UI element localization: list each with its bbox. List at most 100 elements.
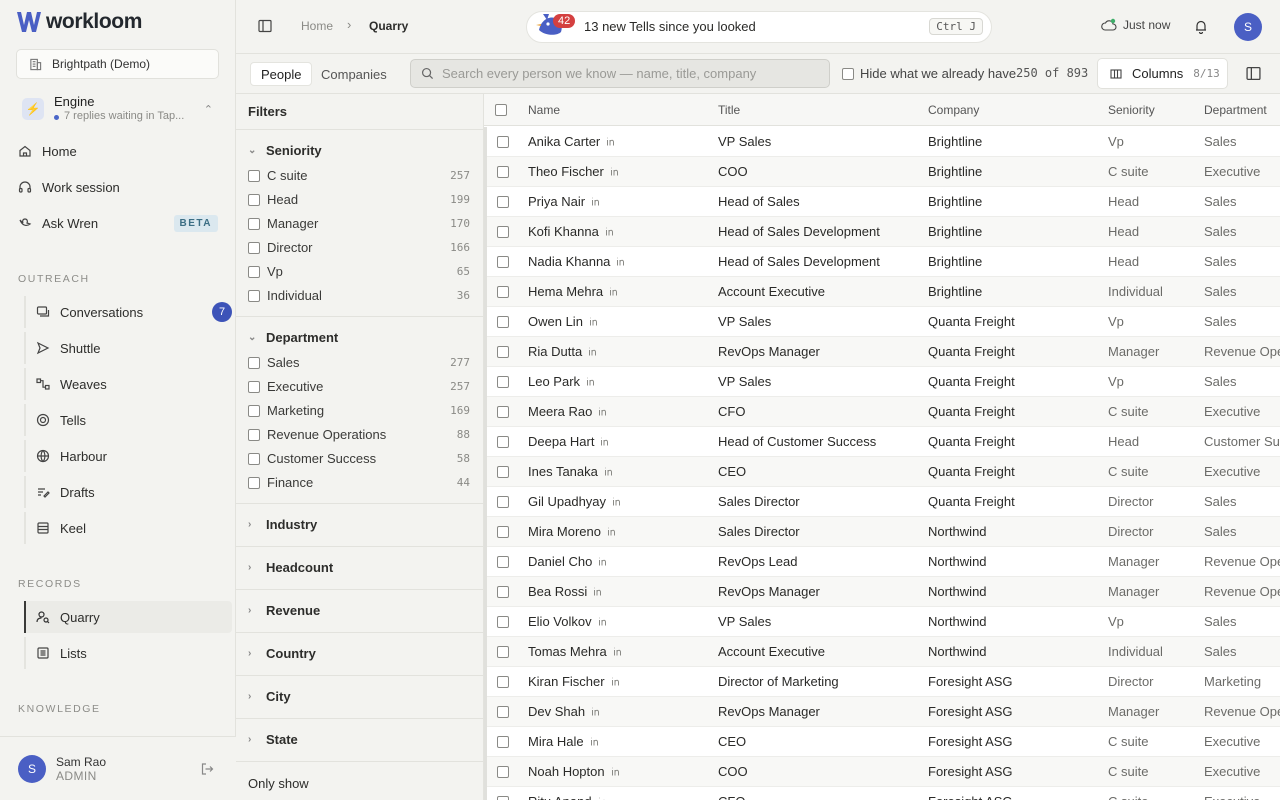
- cell-company[interactable]: Quanta Freight: [928, 344, 1015, 359]
- table-row[interactable]: Mira Moreno Sales Director Northwind Direct…: [484, 517, 1280, 547]
- cell-name[interactable]: Leo Park: [528, 374, 597, 389]
- cell-company[interactable]: Quanta Freight: [928, 374, 1015, 389]
- row-checkbox[interactable]: [497, 556, 509, 568]
- table-row[interactable]: Daniel Cho RevOps Lead Northwind Manager Rev…: [484, 547, 1280, 577]
- table-row[interactable]: Kofi Khanna Head of Sales Development Brig…: [484, 217, 1280, 247]
- linkedin-icon[interactable]: [586, 376, 597, 387]
- bell-icon[interactable]: [1194, 19, 1208, 34]
- cell-name[interactable]: Gil Upadhyay: [528, 494, 623, 509]
- cell-company[interactable]: Quanta Freight: [928, 434, 1015, 449]
- cell-name[interactable]: Hema Mehra: [528, 284, 620, 299]
- linkedin-icon[interactable]: [598, 796, 609, 800]
- row-checkbox[interactable]: [497, 586, 509, 598]
- filter-checkbox[interactable]: [248, 265, 260, 278]
- row-checkbox[interactable]: [497, 166, 509, 178]
- row-checkbox[interactable]: [497, 346, 509, 358]
- user-menu[interactable]: S Sam Rao ADMIN: [0, 736, 236, 800]
- table-row[interactable]: Owen Lin VP Sales Quanta Freight Vp Sales: [484, 307, 1280, 337]
- filter-group-seniority[interactable]: ⌄ Seniority: [248, 143, 322, 158]
- cell-company[interactable]: Brightline: [928, 224, 982, 239]
- table-row[interactable]: Priya Nair Head of Sales Brightline Head Sal…: [484, 187, 1280, 217]
- filter-option[interactable]: Executive 257: [248, 379, 470, 394]
- sidebar-toggle-icon[interactable]: [258, 19, 272, 33]
- row-checkbox[interactable]: [497, 286, 509, 298]
- search-input[interactable]: [442, 66, 822, 81]
- table-row[interactable]: Elio Volkov VP Sales Northwind Vp Sales: [484, 607, 1280, 637]
- filter-group-industry[interactable]: › Industry: [248, 517, 317, 532]
- filter-group-department[interactable]: ⌄ Department: [248, 330, 338, 345]
- filter-option[interactable]: Finance 44: [248, 475, 470, 490]
- column-header-department[interactable]: Department: [1204, 103, 1267, 117]
- workspace-switcher[interactable]: Brightpath (Demo): [16, 49, 219, 79]
- row-checkbox[interactable]: [497, 196, 509, 208]
- table-row[interactable]: Meera Rao CFO Quanta Freight C suite Executi…: [484, 397, 1280, 427]
- brand-logo[interactable]: workloom: [16, 10, 142, 34]
- filter-checkbox[interactable]: [248, 476, 260, 489]
- linkedin-icon[interactable]: [591, 706, 602, 717]
- cell-company[interactable]: Brightline: [928, 134, 982, 149]
- sidebar-item-drafts[interactable]: Drafts: [24, 476, 232, 508]
- row-checkbox[interactable]: [497, 526, 509, 538]
- cell-company[interactable]: Foresight ASG: [928, 794, 1013, 800]
- table-row[interactable]: Ines Tanaka CEO Quanta Freight C suite Execu…: [484, 457, 1280, 487]
- cell-name[interactable]: Priya Nair: [528, 194, 602, 209]
- nav-ask-wren[interactable]: Ask Wren BETA: [18, 208, 218, 238]
- filter-option[interactable]: C suite 257: [248, 168, 470, 183]
- cell-name[interactable]: Anika Carter: [528, 134, 617, 149]
- table-row[interactable]: Dev Shah RevOps Manager Foresight ASG Manag…: [484, 697, 1280, 727]
- hide-known-toggle[interactable]: Hide what we already have: [842, 66, 1016, 81]
- row-checkbox[interactable]: [497, 436, 509, 448]
- cell-name[interactable]: Theo Fischer: [528, 164, 621, 179]
- row-checkbox[interactable]: [497, 136, 509, 148]
- filter-checkbox[interactable]: [248, 452, 260, 465]
- cell-company[interactable]: Northwind: [928, 524, 987, 539]
- table-row[interactable]: Ritu Anand CFO Foresight ASG C suite Executi…: [484, 787, 1280, 800]
- linkedin-icon[interactable]: [590, 736, 601, 747]
- filter-checkbox[interactable]: [248, 289, 260, 302]
- table-row[interactable]: Mira Hale CEO Foresight ASG C suite Executiv…: [484, 727, 1280, 757]
- column-header-seniority[interactable]: Seniority: [1108, 103, 1155, 117]
- cell-company[interactable]: Brightline: [928, 194, 982, 209]
- cell-name[interactable]: Daniel Cho: [528, 554, 609, 569]
- row-checkbox[interactable]: [497, 616, 509, 628]
- cell-name[interactable]: Elio Volkov: [528, 614, 609, 629]
- engine-switcher[interactable]: ⚡ Engine 7 replies waiting in Tap... ⌃: [16, 90, 219, 128]
- sidebar-item-harbour[interactable]: Harbour: [24, 440, 232, 472]
- cell-name[interactable]: Bea Rossi: [528, 584, 604, 599]
- filter-checkbox[interactable]: [248, 404, 260, 417]
- cell-name[interactable]: Noah Hopton: [528, 764, 622, 779]
- cell-company[interactable]: Northwind: [928, 554, 987, 569]
- filter-group-state[interactable]: › State: [248, 732, 298, 747]
- table-row[interactable]: Kiran Fischer Director of Marketing Foresi…: [484, 667, 1280, 697]
- select-all-checkbox[interactable]: [495, 104, 507, 116]
- table-row[interactable]: Gil Upadhyay Sales Director Quanta Freight…: [484, 487, 1280, 517]
- cell-company[interactable]: Foresight ASG: [928, 674, 1013, 689]
- filter-option[interactable]: Revenue Operations 88: [248, 427, 470, 442]
- cell-name[interactable]: Ritu Anand: [528, 794, 609, 800]
- cell-company[interactable]: Quanta Freight: [928, 464, 1015, 479]
- column-header-name[interactable]: Name: [528, 103, 560, 117]
- filter-group-revenue[interactable]: › Revenue: [248, 603, 320, 618]
- column-header-company[interactable]: Company: [928, 103, 979, 117]
- cell-name[interactable]: Deepa Hart: [528, 434, 611, 449]
- table-row[interactable]: Anika Carter VP Sales Brightline Vp Sales: [484, 127, 1280, 157]
- linkedin-icon[interactable]: [589, 316, 600, 327]
- linkedin-icon[interactable]: [604, 466, 615, 477]
- filter-option[interactable]: Customer Success 58: [248, 451, 470, 466]
- cell-name[interactable]: Owen Lin: [528, 314, 600, 329]
- table-row[interactable]: Hema Mehra Account Executive Brightline Ind…: [484, 277, 1280, 307]
- filter-checkbox[interactable]: [248, 217, 260, 230]
- row-checkbox[interactable]: [497, 496, 509, 508]
- linkedin-icon[interactable]: [598, 406, 609, 417]
- cell-name[interactable]: Kofi Khanna: [528, 224, 616, 239]
- cell-name[interactable]: Mira Hale: [528, 734, 601, 749]
- filter-option[interactable]: Manager 170: [248, 216, 470, 231]
- row-checkbox[interactable]: [497, 736, 509, 748]
- cell-company[interactable]: Foresight ASG: [928, 764, 1013, 779]
- table-row[interactable]: Leo Park VP Sales Quanta Freight Vp Sales: [484, 367, 1280, 397]
- row-checkbox[interactable]: [497, 226, 509, 238]
- linkedin-icon[interactable]: [591, 196, 602, 207]
- cell-company[interactable]: Northwind: [928, 614, 987, 629]
- tab-companies[interactable]: Companies: [311, 62, 397, 86]
- linkedin-icon[interactable]: [612, 496, 623, 507]
